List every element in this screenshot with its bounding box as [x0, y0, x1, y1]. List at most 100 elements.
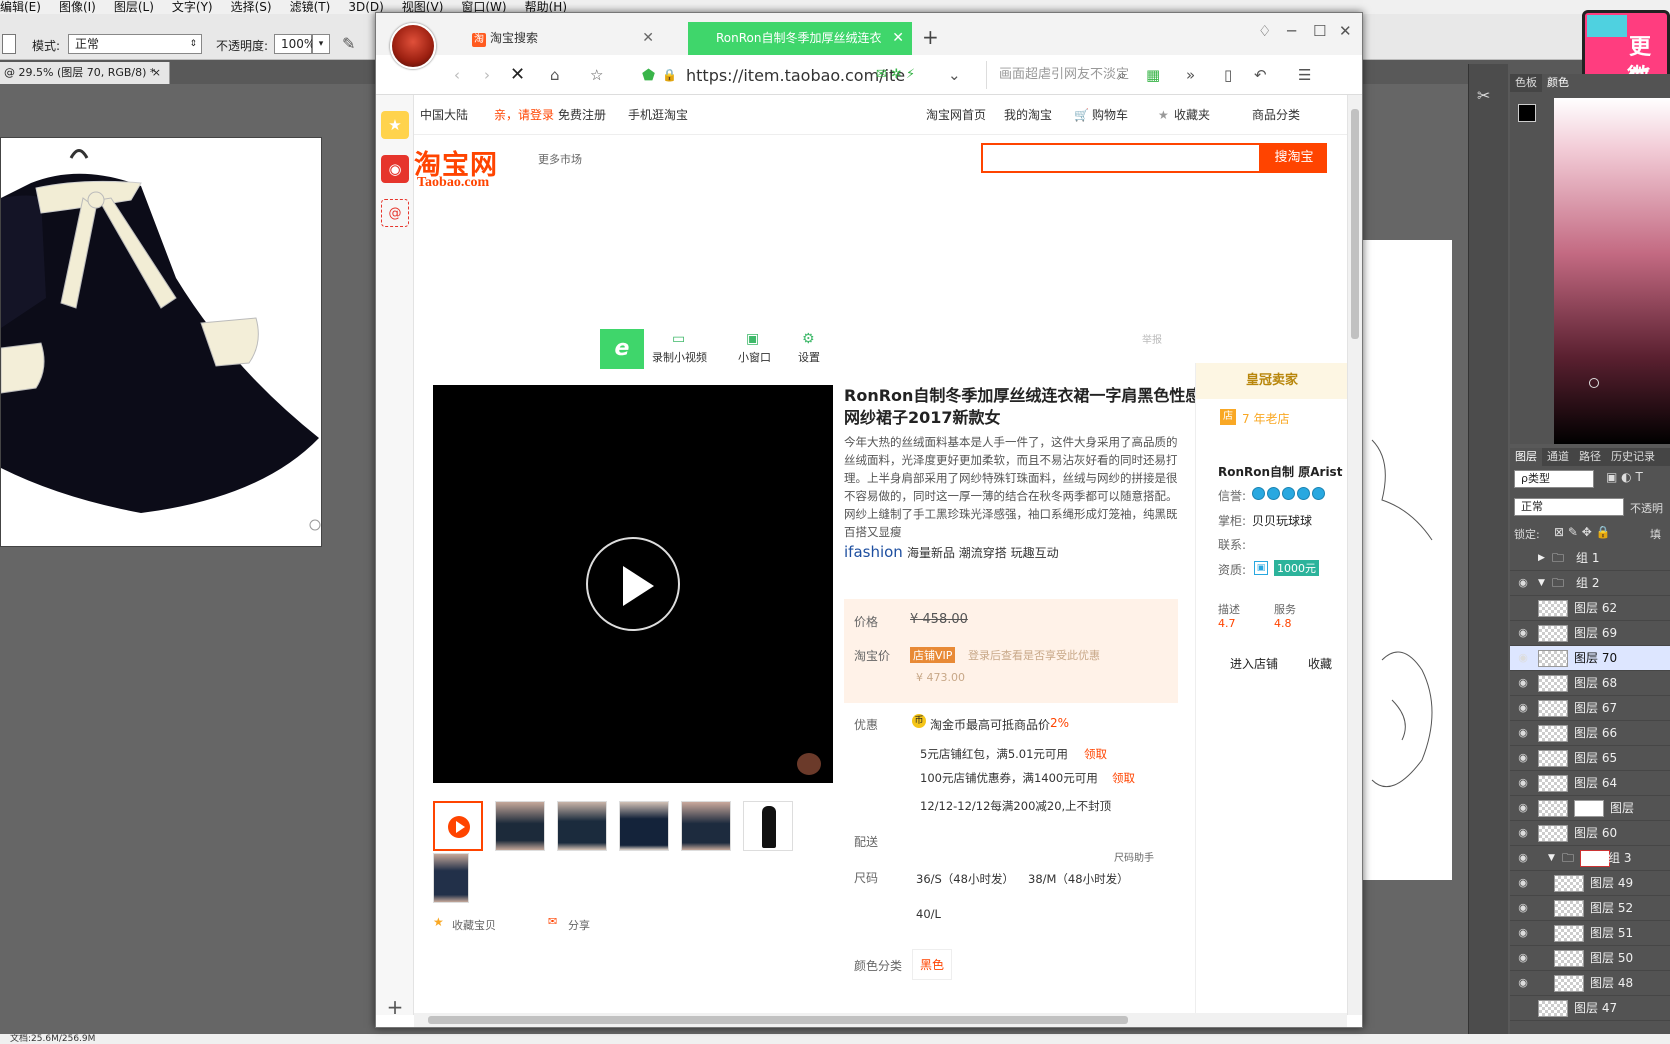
layer-thumbnail[interactable] [1554, 950, 1584, 967]
window-close-icon[interactable]: ✕ [1339, 21, 1352, 41]
layer-row[interactable]: ◉ 图层 [1510, 796, 1670, 821]
layer-row[interactable]: ◉ 图层 65 [1510, 746, 1670, 771]
visibility-eye-icon[interactable]: ◉ [1516, 651, 1530, 665]
record-video-button[interactable]: 录制小视频 [652, 349, 707, 365]
layer-row[interactable]: ◉ 图层 66 [1510, 721, 1670, 746]
ps-color-picker-field[interactable] [1554, 98, 1670, 444]
url-input[interactable]: https://item.taobao.com/ite [686, 66, 905, 85]
ps-artboard-sketch[interactable] [1362, 240, 1452, 880]
layer-row[interactable]: 图层 62 [1510, 596, 1670, 621]
layer-row[interactable]: ◉ ▼ 🗀 组 2 [1510, 571, 1670, 596]
close-icon[interactable]: ✕ [642, 22, 654, 55]
layer-row[interactable]: ◉ ▼ 🗀 组 3 [1510, 846, 1670, 871]
chevron-icon[interactable]: ▼ [1538, 571, 1545, 596]
layer-thumbnail[interactable] [1538, 625, 1568, 642]
thumb-image-4[interactable] [681, 801, 731, 851]
layer-row[interactable]: ◉ 图层 67 [1510, 696, 1670, 721]
layer-thumbnail[interactable] [1538, 750, 1568, 767]
visibility-eye-icon[interactable] [1516, 601, 1530, 615]
report-link[interactable]: 举报 [1142, 331, 1162, 346]
ps-tab-layers[interactable]: 图层 [1510, 448, 1542, 466]
video-player[interactable] [433, 385, 833, 783]
thumb-image-5[interactable] [743, 801, 793, 851]
ps-layer-filter-select[interactable]: ρ类型 [1514, 470, 1594, 488]
visibility-eye-icon[interactable] [1516, 551, 1530, 565]
thumb-image-1[interactable] [495, 801, 545, 851]
ps-mode-select[interactable]: 正常 ⇕ [68, 34, 202, 54]
nav-cart[interactable]: 购物车 [1092, 95, 1128, 135]
nav-mobile[interactable]: 手机逛淘宝 [628, 95, 688, 135]
site-search-input[interactable] [981, 143, 1261, 173]
ps-lock-icons[interactable]: ⊠ ✎ ✥ 🔒 [1554, 525, 1611, 539]
visibility-eye-icon[interactable]: ◉ [1516, 976, 1530, 990]
size-option-m[interactable]: 38/M（48小时发） [1028, 871, 1129, 887]
thumb-image-2[interactable] [557, 801, 607, 851]
maximize-icon[interactable]: ☐ [1313, 21, 1326, 41]
layer-row[interactable]: ◉ 图层 60 [1510, 821, 1670, 846]
layer-row[interactable]: ◉ 图层 64 [1510, 771, 1670, 796]
nav-favorites[interactable]: 收藏夹 [1174, 95, 1210, 135]
layer-row[interactable]: ◉ 图层 50 [1510, 946, 1670, 971]
visibility-eye-icon[interactable]: ◉ [1516, 676, 1530, 690]
ps-tab-channels[interactable]: 通道 [1542, 448, 1574, 466]
visibility-eye-icon[interactable]: ◉ [1516, 901, 1530, 915]
star-icon[interactable]: ☆ [590, 65, 603, 85]
layer-thumbnail[interactable] [1538, 775, 1568, 792]
visibility-eye-icon[interactable]: ◉ [1516, 876, 1530, 890]
ps-opacity-input[interactable]: 100% [274, 34, 315, 54]
layer-thumbnail[interactable] [1554, 925, 1584, 942]
ps-doc-close-icon[interactable]: × [152, 62, 161, 84]
layer-row[interactable]: ◉ 图层 51 [1510, 921, 1670, 946]
share-link[interactable]: 分享 [568, 917, 590, 933]
add-icon[interactable]: + [381, 993, 409, 1021]
layer-thumbnail[interactable] [1538, 700, 1568, 717]
menu-icon[interactable]: ☰ [1298, 65, 1311, 85]
nav-categories[interactable]: 商品分类 [1252, 95, 1300, 135]
visibility-eye-icon[interactable]: ◉ [1516, 626, 1530, 640]
ps-tool-preset-icon[interactable] [2, 34, 16, 54]
chevron-down-icon[interactable]: ⌄ [948, 65, 961, 85]
enter-shop-button[interactable]: 进入店铺 [1230, 655, 1278, 672]
favorites-icon[interactable]: ★ [381, 111, 409, 139]
favorite-shop-button[interactable]: 收藏 [1308, 655, 1332, 672]
layer-row[interactable]: 图层 47 [1510, 996, 1670, 1021]
visibility-eye-icon[interactable]: ◉ [1516, 576, 1530, 590]
vip-note[interactable]: 登录后查看是否享受此优惠 [968, 647, 1100, 663]
chevron-icon[interactable]: ▼ [1548, 846, 1555, 871]
ps-menu-image[interactable]: 图像(I) [59, 0, 96, 14]
ps-tab-color[interactable]: 颜色 [1542, 74, 1574, 92]
layer-row[interactable]: ◉ 图层 48 [1510, 971, 1670, 996]
new-tab-button[interactable]: + [922, 25, 939, 49]
vertical-scrollbar[interactable] [1347, 95, 1362, 1015]
ps-color-picker-cursor[interactable] [1589, 378, 1599, 388]
layer-mask-thumbnail[interactable] [1574, 800, 1604, 817]
coupon-2-claim[interactable]: 领取 [1112, 770, 1135, 786]
visibility-eye-icon[interactable]: ◉ [1516, 726, 1530, 740]
collect-item-link[interactable]: 收藏宝贝 [452, 917, 496, 933]
layer-thumbnail[interactable] [1538, 800, 1568, 817]
size-option-l[interactable]: 40/L [916, 907, 941, 921]
extension-icons[interactable]: ✉ ✲ ⚡ [876, 65, 915, 85]
nav-login[interactable]: 亲，请登录 [494, 95, 554, 135]
mobile-icon[interactable]: ▯ [1224, 65, 1232, 85]
ps-tab-paths[interactable]: 路径 [1574, 448, 1606, 466]
nav-home[interactable]: 淘宝网首页 [926, 95, 986, 135]
user-avatar[interactable] [390, 23, 436, 69]
ps-tab-history[interactable]: 历史记录 [1606, 448, 1660, 466]
ps-menu-layer[interactable]: 图层(L) [114, 0, 154, 14]
ps-menu-select[interactable]: 选择(S) [231, 0, 272, 14]
visibility-eye-icon[interactable]: ◉ [1516, 951, 1530, 965]
ifashion-banner[interactable]: ifashion 海量新品 潮流穿搭 玩趣互动 [844, 543, 1059, 561]
ps-artboard[interactable] [0, 137, 322, 547]
stop-icon[interactable]: ✕ [510, 65, 525, 85]
layer-row[interactable]: ◉ 图层 52 [1510, 896, 1670, 921]
home-icon[interactable]: ⌂ [550, 65, 560, 85]
ps-menu-edit[interactable]: 编辑(E) [0, 0, 41, 14]
site-search-button[interactable]: 搜淘宝 [1261, 143, 1327, 173]
vip-badge[interactable]: 店铺VIP [910, 647, 956, 663]
size-helper-link[interactable]: 尺码助手 [1114, 849, 1154, 864]
weibo-icon[interactable]: ◉ [381, 155, 409, 183]
close-icon[interactable]: ✕ [892, 22, 904, 55]
ps-menu-filter[interactable]: 滤镜(T) [290, 0, 331, 14]
layer-thumbnail[interactable] [1538, 600, 1568, 617]
